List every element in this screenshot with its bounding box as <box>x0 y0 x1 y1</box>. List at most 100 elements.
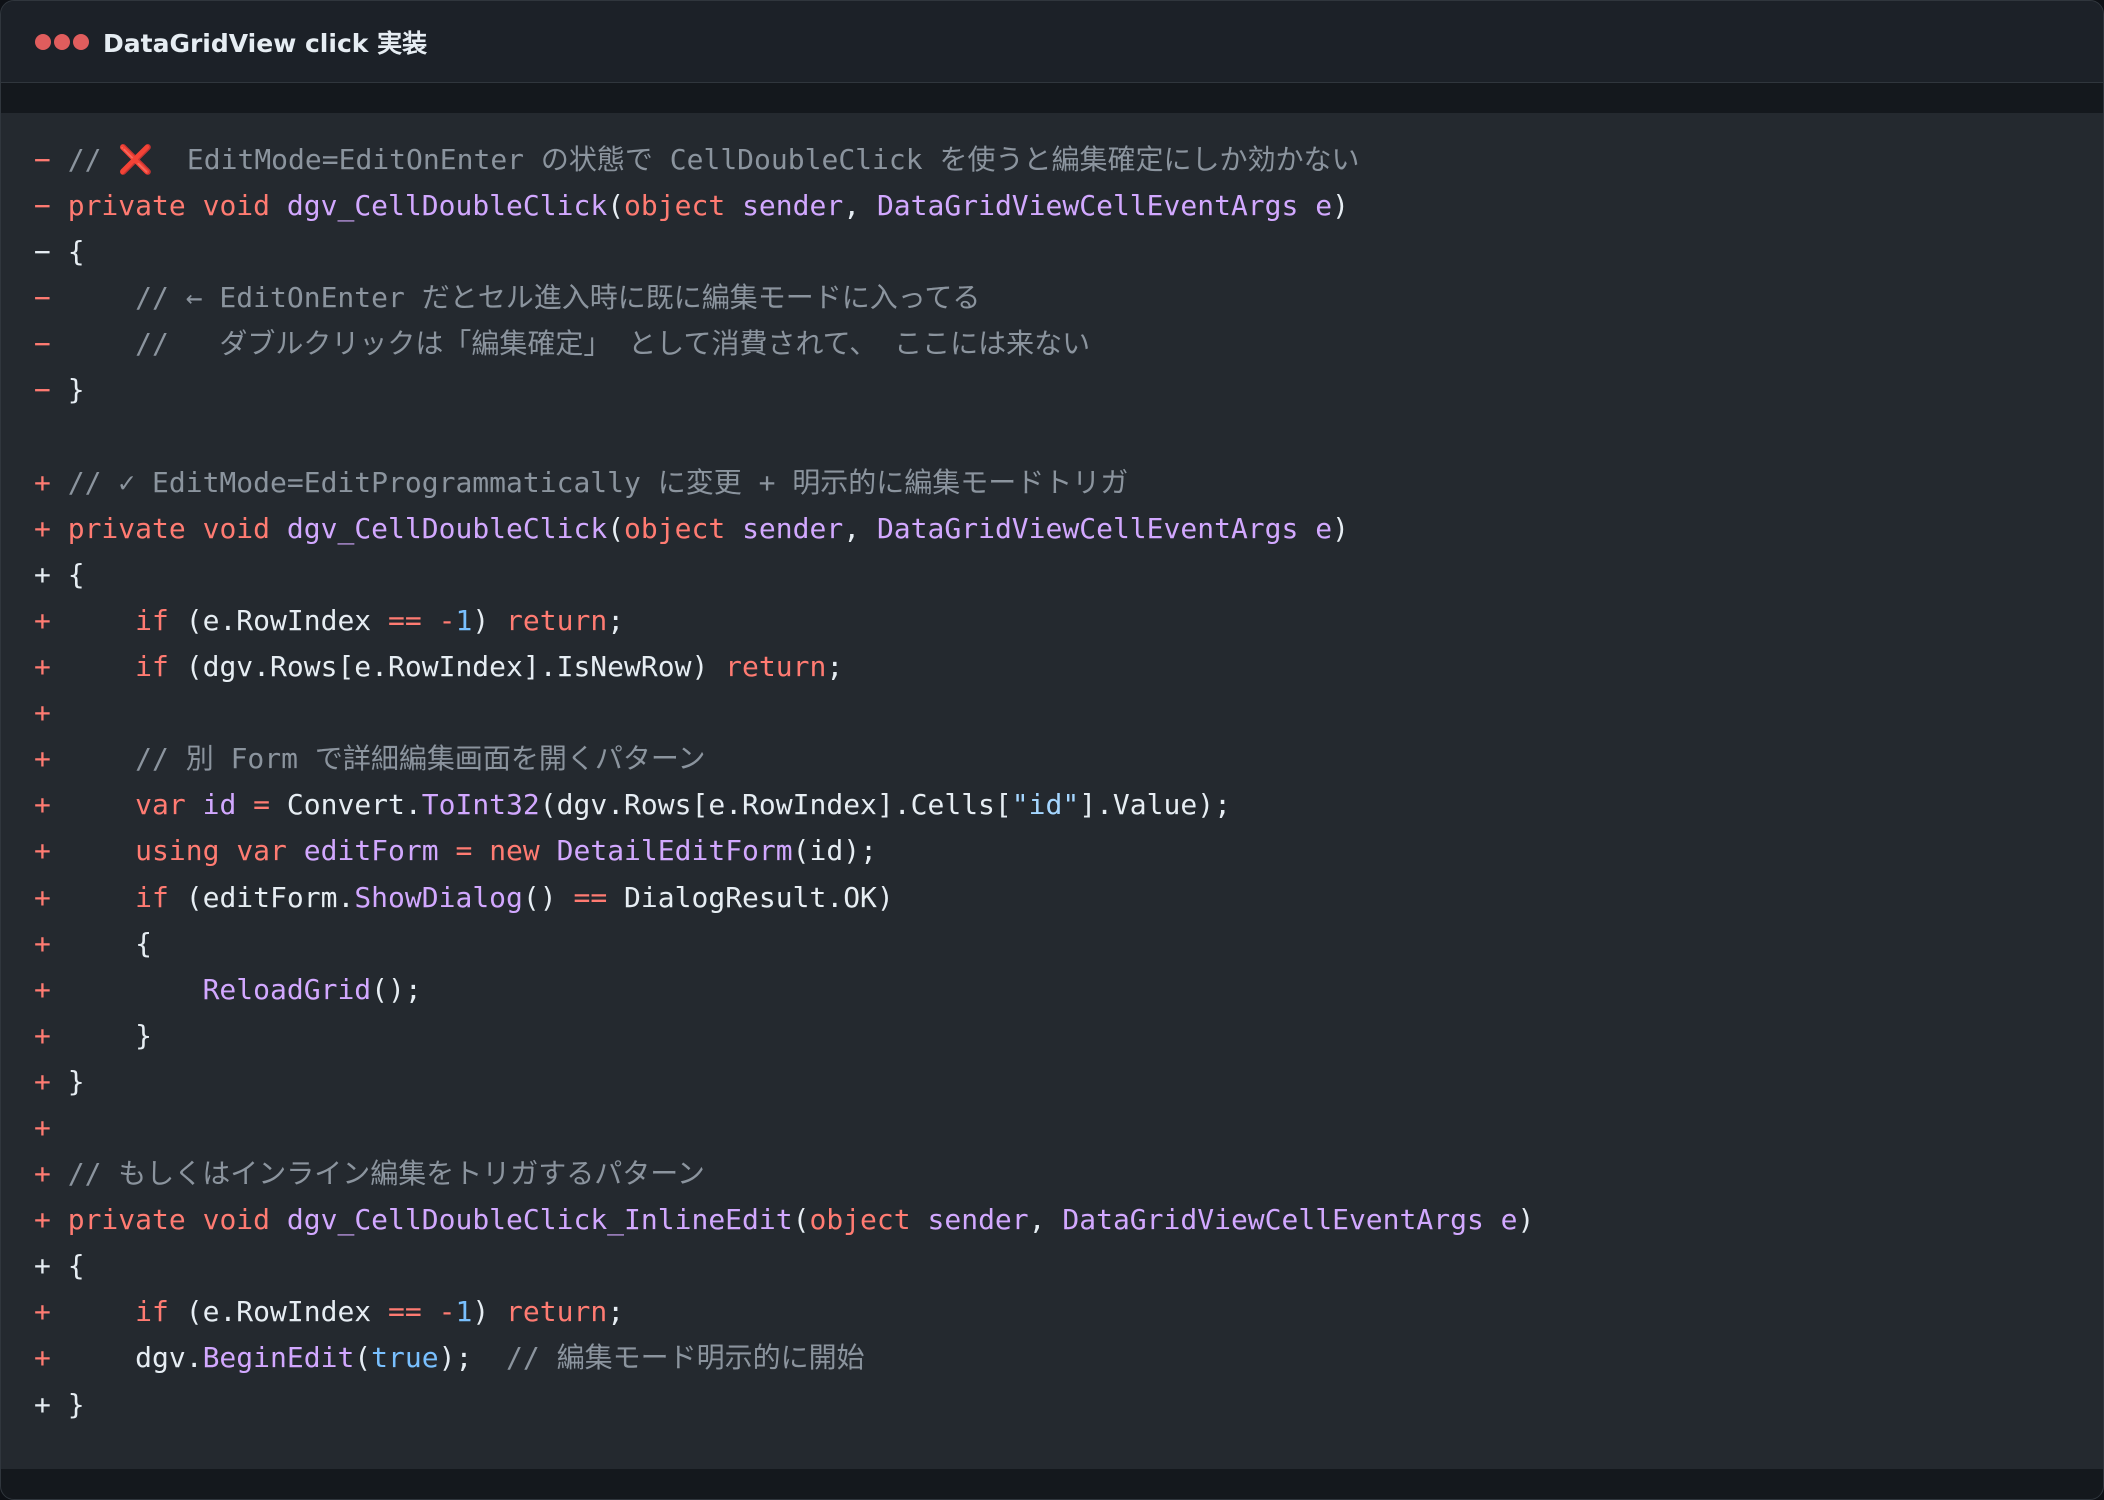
code-token: ( <box>607 189 625 223</box>
diff-marker: − <box>34 235 51 269</box>
diff-marker: + <box>34 1018 51 1052</box>
diff-marker: − <box>34 189 51 223</box>
code-token: ].Value); <box>1079 788 1231 822</box>
code-token: if <box>135 880 169 914</box>
code-line: + { <box>34 552 2103 598</box>
close-dot-icon[interactable] <box>35 33 51 50</box>
code-token: sender <box>927 1203 1029 1237</box>
minimize-dot-icon[interactable] <box>54 33 70 50</box>
code-token: = <box>455 834 473 868</box>
diff-marker: − <box>34 327 51 361</box>
code-token: ( <box>607 511 625 545</box>
code-token: 1 <box>455 603 473 637</box>
code-token: ) <box>1517 1203 1535 1237</box>
code-window: DataGridView click 実装 − // ❌ EditMode=Ed… <box>0 0 2104 1500</box>
code-line: − // ❌ EditMode=EditOnEnter の状態で CellDou… <box>34 137 2103 183</box>
code-token: ); <box>438 1341 507 1375</box>
code-token: (id); <box>792 834 877 868</box>
code-line: + <box>34 1105 2103 1151</box>
cross-mark-icon: ❌ <box>118 143 154 176</box>
code-token: // ✓ EditMode=EditProgrammatically に変更 +… <box>50 465 1129 499</box>
code-token: EditMode=EditOnEnter の状態で CellDoubleClic… <box>153 143 1360 176</box>
code-token: () <box>522 880 574 914</box>
code-token: e <box>1315 189 1333 223</box>
diff-marker: + <box>34 1157 51 1191</box>
code-line: + // 別 Form で詳細編集画面を開くパターン <box>34 736 2103 782</box>
code-line: + { <box>34 1243 2103 1289</box>
code-token: sender <box>742 511 844 545</box>
code-token: DataGridViewCellEventArgs <box>876 511 1299 545</box>
code-token: // ← EditOnEnter だとセル進入時に既に編集モードに入ってる <box>50 281 981 315</box>
code-line: + if (dgv.Rows[e.RowIndex].IsNewRow) ret… <box>34 644 2103 690</box>
code-token: DataGridViewCellEventArgs <box>876 189 1299 223</box>
code-token: new <box>489 834 540 868</box>
code-token: == <box>573 880 608 914</box>
code-line: + } <box>34 1382 2103 1428</box>
code-token: } <box>50 373 85 407</box>
maximize-dot-icon[interactable] <box>73 33 89 50</box>
code-token: ; <box>607 1295 625 1329</box>
code-line: + using var editForm = new DetailEditFor… <box>34 828 2103 874</box>
code-token: (dgv.Rows[e.RowIndex].IsNewRow) <box>168 650 726 684</box>
code-token: ToInt32 <box>421 788 540 822</box>
code-token: ShowDialog <box>354 880 523 914</box>
code-line: + ReloadGrid(); <box>34 967 2103 1013</box>
code-line: − { <box>34 229 2103 275</box>
code-line: − } <box>34 367 2103 413</box>
diff-marker: + <box>34 603 51 637</box>
code-token: } <box>50 1018 153 1052</box>
diff-marker: + <box>34 1249 51 1283</box>
code-token: { <box>50 235 85 269</box>
code-token: ReloadGrid <box>202 972 372 1006</box>
window-controls <box>35 33 89 50</box>
code-token: object <box>809 1203 911 1237</box>
code-token: == <box>388 603 422 637</box>
code-token: var <box>135 788 186 822</box>
footer-divider <box>1 1469 2103 1499</box>
code-line: − private void dgv_CellDoubleClick(objec… <box>34 183 2103 229</box>
code-line: + <box>34 690 2103 736</box>
code-token: (); <box>371 972 422 1006</box>
code-token: ; <box>826 650 844 684</box>
code-token: (dgv.Rows[e.RowIndex].Cells[ <box>539 788 1012 822</box>
diff-marker: + <box>34 926 51 960</box>
diff-marker: + <box>34 1110 51 1144</box>
code-token: // 別 Form で詳細編集画面を開くパターン <box>50 742 706 776</box>
code-token: private <box>67 189 186 223</box>
code-token: BeginEdit <box>202 1341 355 1375</box>
code-token: dgv_CellDoubleClick <box>286 189 608 223</box>
code-token: , <box>1028 1203 1063 1237</box>
diff-marker: + <box>34 972 51 1006</box>
diff-marker: − <box>34 373 51 407</box>
code-token: (e.RowIndex <box>168 1295 389 1329</box>
code-token: Convert. <box>270 788 422 822</box>
code-token: } <box>50 1064 85 1098</box>
code-line: + dgv.BeginEdit(true); // 編集モード明示的に開始 <box>34 1335 2103 1381</box>
code-token: ; <box>607 603 625 637</box>
code-token: DialogResult.OK) <box>607 880 894 914</box>
code-token: DataGridViewCellEventArgs <box>1062 1203 1484 1237</box>
diff-marker: + <box>34 1295 51 1329</box>
code-token: // ダブルクリックは「編集確定」 として消費されて、 ここには来ない <box>50 327 1091 361</box>
code-token: // <box>50 143 119 176</box>
code-line: + var id = Convert.ToInt32(dgv.Rows[e.Ro… <box>34 782 2103 828</box>
